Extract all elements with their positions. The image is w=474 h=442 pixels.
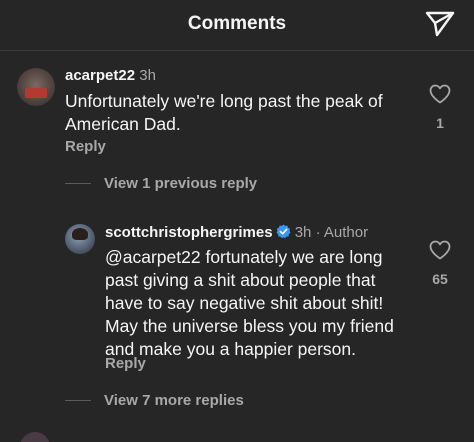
- avatar[interactable]: [20, 432, 50, 442]
- thread-line: [65, 183, 91, 184]
- comment-meta: acarpet22 3h: [65, 67, 156, 84]
- paper-plane-icon[interactable]: [424, 10, 456, 38]
- thread-line: [65, 400, 91, 401]
- reply-button[interactable]: Reply: [105, 355, 146, 372]
- like-count: 1: [436, 115, 444, 131]
- comment-text-line: American Dad.: [65, 114, 181, 134]
- header: Comments: [0, 0, 474, 50]
- view-previous-replies-button[interactable]: View 1 previous reply: [104, 175, 257, 192]
- reply-button[interactable]: Reply: [65, 138, 106, 155]
- reply-text-line: @acarpet22 fortunately we are long: [105, 247, 383, 267]
- header-divider: [0, 50, 474, 51]
- heart-icon[interactable]: [429, 240, 451, 260]
- reply-text-line: have to say negative shit about shit!: [105, 293, 384, 313]
- reply-text: @acarpet22 fortunately we are long past …: [105, 246, 394, 361]
- view-more-replies-button[interactable]: View 7 more replies: [104, 392, 244, 409]
- reply-text-line: May the universe bless you my friend: [105, 316, 394, 336]
- comment-text: Unfortunately we're long past the peak o…: [65, 90, 383, 136]
- like-count: 65: [432, 271, 448, 287]
- verified-badge-icon: [276, 224, 291, 239]
- meta-separator: ·: [315, 224, 321, 241]
- reply-text-line: past giving a shit about people that: [105, 270, 376, 290]
- avatar[interactable]: [17, 68, 55, 106]
- avatar[interactable]: [65, 224, 95, 254]
- page-title: Comments: [187, 13, 287, 34]
- comments-screen: Comments acarpet22 3h Unfortunately we'r…: [0, 0, 474, 442]
- comment-username[interactable]: acarpet22: [65, 67, 135, 84]
- reply-text-line: and make you a happier person.: [105, 339, 356, 359]
- reply-username[interactable]: scottchristophergrimes: [105, 224, 273, 241]
- comment-text-line: Unfortunately we're long past the peak o…: [65, 91, 383, 111]
- comment-time: 3h: [139, 67, 156, 84]
- author-label: Author: [323, 224, 369, 241]
- reply-meta: scottchristophergrimes 3h · Author: [105, 224, 368, 241]
- heart-icon[interactable]: [429, 84, 451, 104]
- reply-time: 3h: [294, 224, 312, 241]
